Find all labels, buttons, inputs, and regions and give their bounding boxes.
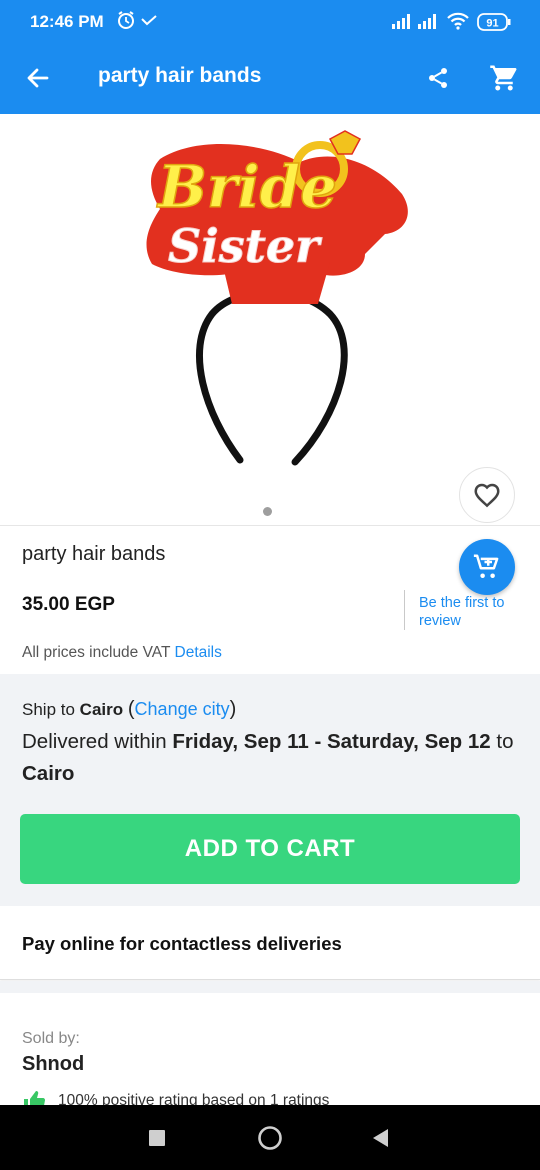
rating-text: 100% positive rating based on 1 ratings xyxy=(58,1092,330,1105)
wifi-icon xyxy=(446,12,470,35)
seller-rating: 100% positive rating based on 1 ratings xyxy=(22,1089,329,1105)
quick-add-to-cart-button[interactable] xyxy=(459,539,515,595)
status-time: 12:46 PM xyxy=(30,12,104,31)
section-gap xyxy=(0,981,540,993)
signal-check-icon xyxy=(141,14,157,33)
back-arrow-icon xyxy=(27,68,49,88)
seller-name[interactable]: Shnod xyxy=(22,1053,84,1076)
write-review-link[interactable]: Be the first to review xyxy=(419,594,529,630)
heart-icon xyxy=(474,483,500,508)
signal-icon xyxy=(418,13,440,34)
change-city-link[interactable]: Change city xyxy=(135,699,230,719)
delivery-estimate: Delivered within Friday, Sep 11 - Saturd… xyxy=(22,726,522,790)
gallery-page-indicator[interactable] xyxy=(263,507,272,516)
recent-apps-button[interactable] xyxy=(148,1129,166,1152)
cart-icon xyxy=(490,65,517,91)
back-button[interactable] xyxy=(20,60,56,96)
back-triangle-icon xyxy=(373,1129,388,1147)
vat-note: All prices include VAT Details xyxy=(22,644,222,662)
divider xyxy=(404,590,405,630)
share-button[interactable] xyxy=(420,60,456,96)
contactless-banner: Pay online for contactless deliveries xyxy=(0,907,540,980)
svg-text:91: 91 xyxy=(486,18,498,30)
delivery-to-label: to xyxy=(496,730,514,753)
page-title: party hair bands xyxy=(98,64,262,87)
home-button[interactable] xyxy=(257,1125,283,1156)
status-bar: 12:46 PM 91 xyxy=(0,0,540,42)
shipping-section: Ship to Cairo (Change city) Delivered wi… xyxy=(0,674,540,906)
contactless-text: Pay online for contactless deliveries xyxy=(22,933,342,954)
signal-icon xyxy=(392,13,414,34)
favorite-button[interactable] xyxy=(459,467,515,523)
add-to-cart-icon xyxy=(473,554,499,578)
image-text-sister: Sister xyxy=(168,219,323,273)
product-price: 35.00 EGP xyxy=(22,594,115,615)
system-nav-bar xyxy=(0,1105,540,1170)
vat-text: All prices include VAT xyxy=(22,644,171,661)
ship-to-label: Ship to xyxy=(22,700,75,719)
alarm-icon xyxy=(116,10,136,35)
delivery-city: Cairo xyxy=(22,762,75,785)
square-icon xyxy=(149,1130,165,1146)
delivery-window: Friday, Sep 11 - Saturday, Sep 12 xyxy=(172,730,491,753)
app-bar: party hair bands xyxy=(0,42,540,114)
ship-to-line: Ship to Cairo (Change city) xyxy=(22,698,237,720)
cart-button[interactable] xyxy=(486,60,522,96)
seller-section: Sold by: Shnod 100% positive rating base… xyxy=(0,993,540,1105)
vat-details-link[interactable]: Details xyxy=(175,644,222,661)
product-image[interactable]: Bride Sister xyxy=(0,114,540,526)
product-gallery[interactable]: Bride Sister xyxy=(0,114,540,595)
add-to-cart-button[interactable]: ADD TO CART xyxy=(20,814,520,884)
image-text-bride: Bride xyxy=(156,153,337,221)
sold-by-label: Sold by: xyxy=(22,1030,80,1047)
share-icon xyxy=(429,68,447,88)
home-circle-icon xyxy=(258,1126,282,1150)
delivered-prefix: Delivered within xyxy=(22,730,167,753)
back-nav-button[interactable] xyxy=(370,1127,390,1154)
battery-icon: 91 xyxy=(477,13,511,36)
thumbs-up-icon xyxy=(24,1091,46,1105)
ship-city: Cairo xyxy=(79,700,124,719)
product-title: party hair bands xyxy=(22,543,166,565)
